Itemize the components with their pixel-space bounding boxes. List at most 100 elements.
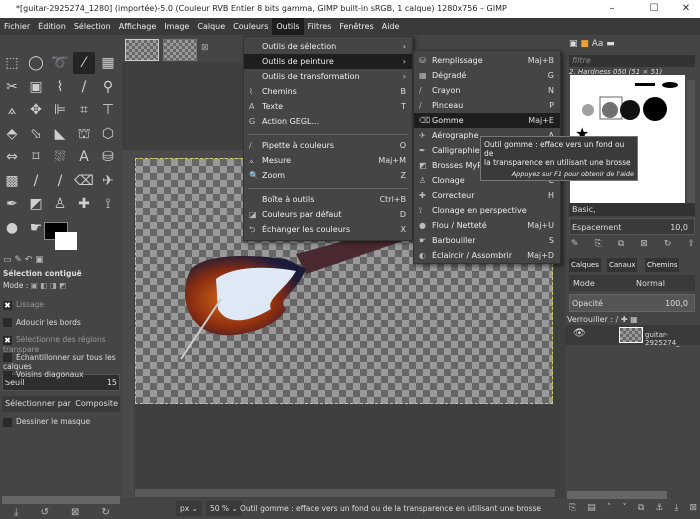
tool-button[interactable]: ⟑: [1, 99, 23, 121]
tool-button[interactable]: /: [25, 170, 47, 192]
layer-mode-combo[interactable]: Mode Normal: [569, 275, 695, 291]
layer-row[interactable]: 👁 guitar-2925274_: [565, 325, 700, 347]
tool-button[interactable]: ✒: [1, 193, 23, 215]
zoom-select[interactable]: 50 % ⌄: [206, 501, 242, 516]
brush-filter-input[interactable]: filtre: [569, 55, 695, 67]
image-tab-2[interactable]: [163, 39, 197, 61]
dock-tab-chemins[interactable]: Chemins: [645, 258, 680, 272]
menu-item[interactable]: ⟑ Mesure Maj+M: [244, 153, 412, 168]
menu-item[interactable]: Boîte à outils Ctrl+B: [244, 192, 412, 207]
maximize-button[interactable]: ☐: [640, 0, 668, 18]
menu-item[interactable]: Outils de peinture ›: [244, 54, 412, 69]
brush-actions[interactable]: ✎ ⎘ ⧉ ⊠ ↻ ⇪: [571, 239, 695, 249]
menu-item[interactable]: 🔍 Zoom Z: [244, 168, 412, 183]
menu-item[interactable]: ◐ Éclaircir / Assombrir Maj+D: [414, 248, 560, 263]
unit-select[interactable]: px ⌄: [176, 501, 202, 516]
restore-options-icon[interactable]: ↺: [41, 507, 49, 518]
menu-calque[interactable]: Calque: [193, 18, 229, 35]
tool-button[interactable]: ✂: [1, 76, 23, 98]
tool-button[interactable]: ✥: [25, 99, 47, 121]
opacity-slider[interactable]: Opacité 100,0: [569, 294, 695, 312]
menu-fenetres[interactable]: Fenêtres: [335, 18, 377, 35]
menu-aide[interactable]: Aide: [378, 18, 404, 35]
menu-image[interactable]: Image: [160, 18, 193, 35]
menu-item[interactable]: ⟟ Clonage en perspective: [414, 203, 560, 218]
tool-button[interactable]: ◯: [25, 52, 47, 74]
menu-item[interactable]: ☛ Barbouiller S: [414, 233, 560, 248]
image-tab-guitar[interactable]: [125, 39, 159, 61]
mode-buttons[interactable]: ▣ ◧ ◨ ◩: [31, 281, 67, 290]
tool-button[interactable]: ✚: [73, 193, 95, 215]
tool-button[interactable]: ⛫: [73, 123, 95, 145]
tool-button[interactable]: ▦: [97, 52, 119, 74]
option-checkbox[interactable]: [3, 353, 12, 362]
menu-item[interactable]: ▦ Dégradé G: [414, 68, 560, 83]
brush-preset-combo[interactable]: Basic,: [569, 203, 695, 216]
spacing-slider[interactable]: Espacement 10,0: [569, 218, 695, 235]
menu-item[interactable]: Outils de transformation ›: [244, 69, 412, 84]
tool-button[interactable]: ⬘: [1, 123, 23, 145]
menu-item[interactable]: ⮌ Échanger les couleurs X: [244, 222, 412, 237]
option-checkbox[interactable]: [3, 370, 12, 380]
minimize-button[interactable]: –: [598, 0, 626, 18]
menu-edition[interactable]: Édition: [34, 18, 70, 35]
tool-button[interactable]: A: [73, 146, 95, 168]
menu-item[interactable]: / Crayon N: [414, 83, 560, 98]
draw-mask-checkbox[interactable]: [3, 417, 12, 427]
menu-item[interactable]: ⌫ Gomme Maj+E: [414, 113, 560, 128]
menu-item[interactable]: ✚ Correcteur H: [414, 188, 560, 203]
tool-button[interactable]: ⌫: [73, 170, 95, 192]
menu-outils[interactable]: Outils: [272, 18, 304, 35]
brush-scrollbar[interactable]: [687, 80, 695, 203]
menu-item[interactable]: ⌇ Chemins B: [244, 84, 412, 99]
tool-button[interactable]: ⇔: [1, 146, 23, 168]
tool-button[interactable]: ⊫: [49, 99, 71, 121]
menu-couleurs[interactable]: Couleurs: [229, 18, 272, 35]
tool-button[interactable]: ◣: [49, 123, 71, 145]
tool-button[interactable]: ⛁: [97, 146, 119, 168]
menu-item[interactable]: ◪ Couleurs par défaut D: [244, 207, 412, 222]
lock-icons[interactable]: / ✚ ▦: [616, 315, 638, 324]
background-color[interactable]: [55, 232, 77, 250]
menu-affichage[interactable]: Affichage: [115, 18, 161, 35]
close-button[interactable]: ✕: [672, 0, 700, 18]
brush-dock-tabs[interactable]: ▣ ■ Aa ▬: [569, 39, 615, 49]
tool-button[interactable]: ⚲: [97, 76, 119, 98]
option-checkbox[interactable]: [3, 318, 12, 327]
tool-button[interactable]: ✈: [97, 170, 119, 192]
delete-options-icon[interactable]: ⊠: [71, 507, 79, 518]
tool-button[interactable]: ⌇: [49, 76, 71, 98]
option-checkbox[interactable]: ✖: [3, 335, 12, 345]
horizontal-scrollbar[interactable]: [135, 489, 555, 497]
tool-button[interactable]: /: [49, 170, 71, 192]
dock-tab-canaux[interactable]: Canaux: [607, 258, 638, 272]
visibility-eye-icon[interactable]: 👁: [573, 328, 586, 339]
tool-button[interactable]: ▩: [1, 170, 23, 192]
tool-button[interactable]: ⌑: [25, 146, 47, 168]
tool-button[interactable]: ➰: [49, 52, 71, 74]
tool-button[interactable]: ⬚: [1, 52, 23, 74]
select-by-combo[interactable]: Sélectionner par Composite: [2, 396, 120, 412]
tool-button[interactable]: ◩: [25, 193, 47, 215]
tool-button[interactable]: ⛆: [49, 146, 71, 168]
save-options-icon[interactable]: ⤓: [14, 507, 18, 518]
layer-actions[interactable]: ⎘ ▤ ˄ ˅ ⧉ ⚓ ⤓ ⊠: [569, 503, 697, 513]
menu-item[interactable]: A Texte T: [244, 99, 412, 114]
tool-button[interactable]: ▣: [25, 76, 47, 98]
tool-button[interactable]: ⁄: [73, 52, 95, 74]
tool-button[interactable]: ●: [1, 217, 23, 239]
menu-item[interactable]: G Action GEGL...: [244, 114, 412, 129]
tool-button[interactable]: ⌗: [73, 99, 95, 121]
dock-tab-icons[interactable]: ▭ ✎ ↶ ▣: [3, 255, 44, 265]
tool-button[interactable]: ♙: [49, 193, 71, 215]
menu-filtres[interactable]: Filtres: [304, 18, 336, 35]
menu-fichier[interactable]: Fichier: [0, 18, 34, 35]
menu-item[interactable]: / Pipette à couleurs O: [244, 138, 412, 153]
tool-button[interactable]: ⟟: [97, 193, 119, 215]
tool-button[interactable]: /: [73, 76, 95, 98]
tool-button[interactable]: ⬡: [97, 123, 119, 145]
menu-item[interactable]: ● Flou / Netteté Maj+U: [414, 218, 560, 233]
reset-options-icon[interactable]: ↻: [102, 507, 110, 518]
dock-tab-calques[interactable]: Calques: [569, 258, 601, 272]
menu-item[interactable]: / Pinceau P: [414, 98, 560, 113]
